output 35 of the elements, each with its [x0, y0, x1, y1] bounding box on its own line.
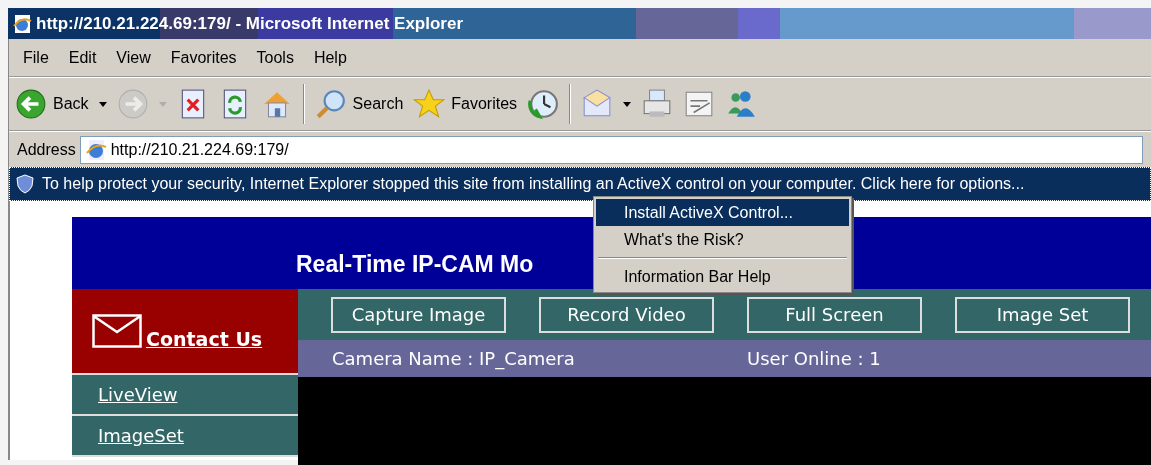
shield-icon	[16, 174, 34, 194]
menu-item[interactable]: View	[108, 45, 159, 70]
search-button[interactable]: Search	[312, 82, 406, 126]
user-online-text: User Online : 1	[747, 347, 881, 371]
menu-item[interactable]: Favorites	[162, 45, 245, 70]
page-icon	[84, 138, 107, 161]
dropdown-caret-icon	[623, 101, 632, 107]
menu-item[interactable]: Edit	[60, 45, 105, 70]
menu-item[interactable]: File	[15, 45, 57, 70]
contact-link[interactable]: Contact Us	[146, 324, 263, 354]
menu-item[interactable]: Install ActiveX Control...	[596, 199, 849, 226]
page-button[interactable]: Record Video	[539, 296, 714, 333]
dropdown-caret-icon	[158, 101, 167, 107]
address-label: Address	[17, 139, 76, 160]
page-button[interactable]: Image Set	[955, 296, 1130, 333]
browser-icon	[12, 13, 32, 34]
dropdown-caret-icon	[98, 101, 107, 107]
menu-item[interactable]: Tools	[248, 45, 302, 70]
page-title: Real-Time IP-CAM Mo	[296, 249, 534, 279]
menu-item[interactable]: Help	[305, 45, 355, 70]
search-icon	[314, 88, 347, 120]
page-button[interactable]: Full Screen	[747, 296, 922, 333]
window-title: http://210.21.224.69:179/ - Microsoft Internet Explorer	[36, 12, 464, 35]
star-icon	[413, 88, 446, 120]
address-field[interactable]: http://210.21.224.69:179/	[79, 135, 1143, 164]
page-button[interactable]: Capture Image	[331, 296, 506, 333]
menu-item[interactable]: What's the Risk?	[596, 226, 849, 253]
clock-icon	[527, 88, 560, 120]
favorites-button[interactable]: Favorites	[411, 82, 520, 126]
information-bar[interactable]: To help protect your security, Internet Explorer stopped this site from installing an ActiveX control on your computer. Click here for options...	[9, 167, 1151, 201]
back-button[interactable]: Back	[13, 82, 109, 126]
menu-item[interactable]: Information Bar Help	[596, 263, 849, 290]
camera-name-text: Camera Name : IP_Camera	[332, 347, 576, 372]
envelope-icon	[92, 314, 142, 348]
people-icon	[725, 88, 758, 120]
